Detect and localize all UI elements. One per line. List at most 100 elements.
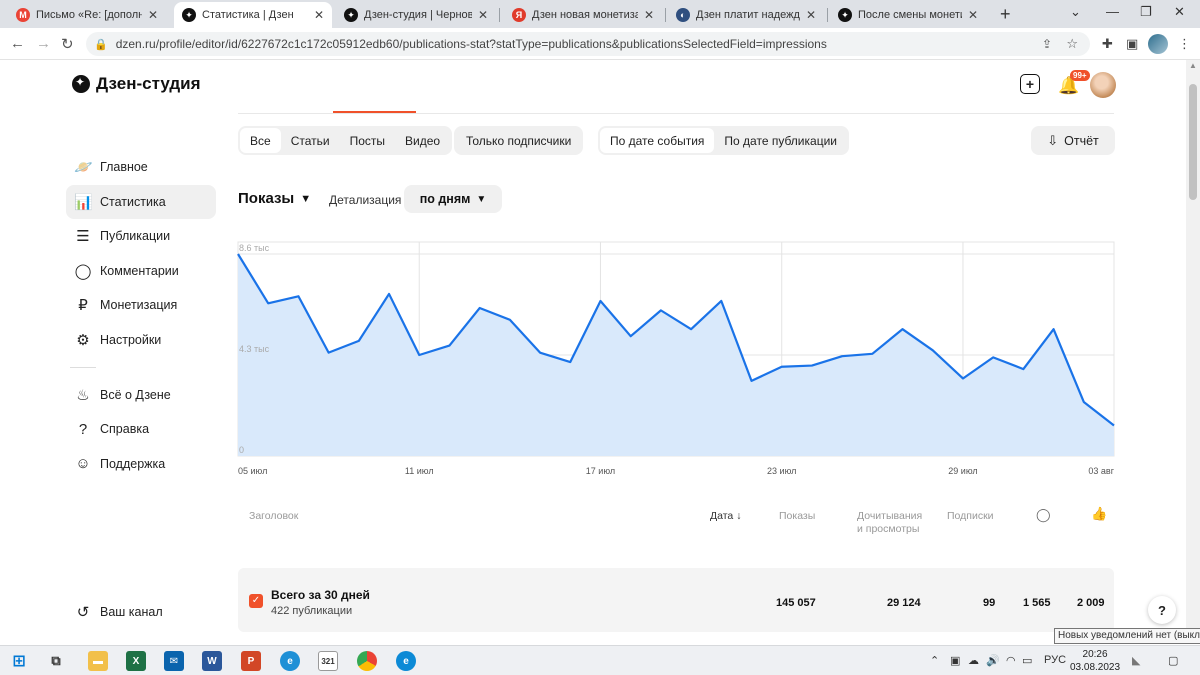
- chart-y-tick-label: 0: [239, 445, 244, 455]
- notification-center-icon[interactable]: ▢: [1168, 654, 1178, 667]
- browser-menu-icon[interactable]: ⋮: [1178, 36, 1191, 52]
- total-row[interactable]: ✓ Всего за 30 дней 422 публикации 145 05…: [238, 568, 1114, 632]
- sidebar-item-ruble[interactable]: ₽ Монетизация: [66, 288, 216, 322]
- scroll-up-icon[interactable]: ▲: [1189, 61, 1197, 70]
- comments-column-icon[interactable]: ◯: [1036, 507, 1051, 523]
- internet-explorer-icon[interactable]: e: [280, 651, 300, 671]
- task-view-icon[interactable]: ⧉: [46, 651, 66, 671]
- share-icon[interactable]: ⇪: [1042, 37, 1052, 51]
- onedrive-icon[interactable]: ☁: [968, 654, 979, 667]
- system-clock[interactable]: 20:26 03.08.2023: [1070, 648, 1120, 674]
- col-impressions[interactable]: Показы: [779, 510, 815, 523]
- sort-arrow-icon: ↓: [736, 510, 742, 522]
- browser-profile-avatar[interactable]: [1148, 34, 1168, 54]
- sidebar-item-gear[interactable]: ⚙ Настройки: [66, 323, 216, 357]
- forward-icon[interactable]: →: [36, 35, 51, 52]
- sidebar-item-flame[interactable]: ♨ Всё о Дзене: [66, 378, 216, 412]
- date-mode-option-0[interactable]: По дате события: [600, 128, 715, 153]
- likes-column-icon[interactable]: 👍: [1091, 506, 1107, 522]
- file-explorer-icon[interactable]: ▬: [88, 651, 108, 671]
- excel-icon[interactable]: X: [126, 651, 146, 671]
- scrollbar-thumb[interactable]: [1189, 84, 1197, 200]
- browser-tab-5[interactable]: ✦ После смены монетизаци ✕: [830, 2, 986, 28]
- detail-dropdown[interactable]: по дням ▼: [404, 185, 502, 213]
- browser-tab-1[interactable]: ✦ Статистика | Дзен ✕: [174, 2, 332, 28]
- back-icon[interactable]: ←: [10, 35, 25, 52]
- col-reads[interactable]: Дочитывания и просмотры: [857, 510, 922, 536]
- report-button[interactable]: ⇩ Отчёт: [1031, 126, 1115, 155]
- browser-tab-2[interactable]: ✦ Дзен-студия | Черновик | Л ✕: [336, 2, 496, 28]
- subscribers-only-toggle[interactable]: Только подписчики: [456, 128, 581, 153]
- sidebar-item-planet[interactable]: 🪐 Главное: [66, 150, 216, 184]
- sidebar-item-publications[interactable]: ☰ Публикации: [66, 219, 216, 253]
- tab-close-icon[interactable]: ✕: [806, 8, 816, 22]
- sidebar-item-label: Публикации: [100, 229, 171, 243]
- battery-icon[interactable]: ▭: [1022, 654, 1032, 667]
- dzen-studio-logo[interactable]: Дзен-студия: [72, 74, 201, 94]
- tab-close-icon[interactable]: ✕: [644, 8, 654, 22]
- content-type-option-1[interactable]: Статьи: [281, 128, 340, 153]
- browser-toolbar: ← → ↻ 🔒 dzen.ru/profile/editor/id/622767…: [0, 28, 1200, 60]
- tab-close-icon[interactable]: ✕: [148, 8, 158, 22]
- chart-x-tick-label: 03 авг: [1088, 466, 1114, 476]
- chart-x-tick-label: 29 июл: [948, 466, 977, 476]
- address-bar[interactable]: 🔒 dzen.ru/profile/editor/id/6227672c1c17…: [86, 32, 1090, 56]
- tab-separator: [665, 8, 666, 22]
- app-tray-icon[interactable]: ◣: [1132, 654, 1140, 667]
- new-tab-button[interactable]: +: [1000, 4, 1011, 25]
- url-text: dzen.ru/profile/editor/id/6227672c1c172c…: [115, 37, 827, 51]
- browser-tab-0[interactable]: M Письмо «Re: [дополнение] ✕: [8, 2, 166, 28]
- tab-search-icon[interactable]: ⌄: [1070, 4, 1081, 20]
- your-channel-link[interactable]: ↺ Ваш канал: [74, 603, 163, 621]
- windows-start-icon[interactable]: ⊞: [9, 651, 29, 671]
- tab-title: Дзен новая монетизация з: [532, 9, 638, 21]
- content-type-option-0[interactable]: Все: [240, 128, 281, 153]
- chart-y-tick-label: 4.3 тыс: [239, 344, 270, 354]
- tab-close-icon[interactable]: ✕: [968, 8, 978, 22]
- user-avatar[interactable]: [1090, 72, 1116, 98]
- reload-icon[interactable]: ↻: [61, 35, 74, 53]
- side-panel-icon[interactable]: ▣: [1126, 36, 1138, 52]
- chrome-icon[interactable]: [357, 651, 377, 671]
- maximize-icon[interactable]: ❐: [1140, 4, 1152, 20]
- sidebar-item-comment[interactable]: ◯ Комментарии: [66, 254, 216, 288]
- content-type-option-3[interactable]: Видео: [395, 128, 450, 153]
- calendar-app-icon[interactable]: 321: [318, 651, 338, 671]
- language-indicator[interactable]: РУС: [1044, 654, 1066, 666]
- sidebar-item-stats[interactable]: 📊 Статистика: [66, 184, 216, 219]
- tray-app-icon[interactable]: ▣: [950, 654, 960, 667]
- extensions-icon[interactable]: ✚: [1102, 36, 1113, 52]
- col-subscriptions[interactable]: Подписки: [947, 510, 994, 523]
- tab-close-icon[interactable]: ✕: [478, 8, 488, 22]
- clock-date: 03.08.2023: [1070, 662, 1121, 673]
- mail-icon[interactable]: ✉: [164, 651, 184, 671]
- col-title[interactable]: Заголовок: [249, 510, 298, 523]
- browser-tab-4[interactable]: ◐ Дзен платит надеждами — ✕: [668, 2, 824, 28]
- close-window-icon[interactable]: ✕: [1174, 4, 1185, 20]
- tab-close-icon[interactable]: ✕: [314, 8, 324, 22]
- help-button[interactable]: ?: [1148, 596, 1176, 624]
- bookmark-star-icon[interactable]: ☆: [1066, 36, 1078, 52]
- sidebar-item-help[interactable]: ? Справка: [66, 412, 216, 446]
- edge-icon[interactable]: e: [396, 651, 416, 671]
- tray-expand-icon[interactable]: ⌃: [930, 654, 939, 667]
- date-mode-option-1[interactable]: По дате публикации: [714, 128, 847, 153]
- powerpoint-icon[interactable]: P: [241, 651, 261, 671]
- col-date[interactable]: Дата ↓: [710, 510, 741, 523]
- tab-favicon-icon: M: [16, 8, 30, 22]
- word-icon[interactable]: W: [202, 651, 222, 671]
- content-type-option-2[interactable]: Посты: [340, 128, 395, 153]
- create-button[interactable]: +: [1020, 74, 1040, 94]
- your-channel-label: Ваш канал: [100, 605, 163, 619]
- sidebar-item-support[interactable]: ☺ Поддержка: [66, 447, 216, 481]
- col-reads-line1: Дочитывания: [857, 510, 923, 522]
- total-row-checkbox[interactable]: ✓: [249, 594, 263, 608]
- volume-icon[interactable]: 🔊: [986, 654, 1000, 667]
- minimize-icon[interactable]: —: [1106, 4, 1119, 19]
- browser-tab-3[interactable]: Я Дзен новая монетизация з ✕: [504, 2, 662, 28]
- page-scrollbar[interactable]: ▲: [1186, 60, 1200, 640]
- wifi-icon[interactable]: ◠: [1006, 654, 1016, 667]
- total-subscriptions: 99: [983, 597, 996, 609]
- metric-dropdown[interactable]: Показы ▼: [238, 190, 311, 207]
- lock-icon[interactable]: 🔒: [94, 38, 108, 51]
